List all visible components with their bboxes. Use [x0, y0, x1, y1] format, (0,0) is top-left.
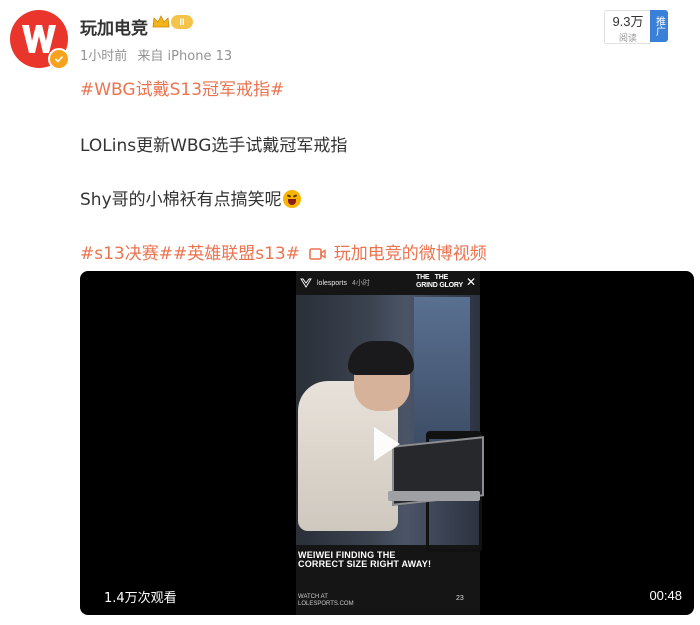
post-meta: 1小时前 来自 iPhone 13	[80, 45, 232, 64]
read-label: 阅读	[618, 32, 637, 43]
read-count: 9.3万	[612, 13, 644, 29]
read-count-box: 9.3万 阅读	[604, 10, 651, 44]
brand-line2: GRIND	[416, 282, 438, 289]
tag-hashtags[interactable]: #s13决赛##英雄联盟s13#	[80, 244, 300, 264]
frame-person-hair	[348, 341, 414, 375]
promote-button[interactable]: 推广	[650, 10, 668, 42]
level-badge: II	[171, 15, 193, 29]
caption-line2: CORRECT SIZE RIGHT AWAY!	[298, 559, 432, 569]
video-source-link[interactable]: 玩加电竞的微博视频	[334, 244, 487, 264]
lol-logo-icon	[300, 278, 312, 288]
brand-line3: THE	[434, 274, 449, 281]
frame-caption: WEIWEI FINDING THE CORRECT SIZE RIGHT AW…	[298, 551, 480, 569]
laughing-emoji-icon	[282, 190, 301, 208]
member-badge[interactable]: II	[152, 15, 193, 29]
verified-badge-icon	[48, 48, 70, 70]
post-source: 来自 iPhone 13	[137, 49, 233, 64]
play-icon[interactable]	[372, 425, 402, 463]
frame-worlds-badge: 23	[456, 595, 464, 602]
frame-close-icon: ✕	[465, 275, 476, 289]
avatar[interactable]	[10, 10, 70, 70]
author-name[interactable]: 玩加电竞	[80, 14, 148, 39]
view-count: 1.4万次观看	[104, 591, 177, 606]
watch-line1: WATCH AT	[298, 594, 328, 600]
post-text-line2-wrap: Shy哥的小棉袄有点搞笑呢	[80, 185, 301, 210]
post-text-line1: LOLins更新WBG选手试戴冠军戒指	[80, 136, 348, 156]
post-time[interactable]: 1小时前	[80, 49, 127, 64]
post-text-line2: Shy哥的小棉袄有点搞笑呢	[80, 190, 282, 210]
video-link-icon	[309, 248, 327, 260]
frame-time: 4小时	[351, 280, 370, 287]
frame-watch-at: WATCH AT LOLESPORTS.COM	[298, 594, 354, 608]
tags-line: #s13决赛##英雄联盟s13# 玩加电竞的微博视频	[80, 239, 487, 264]
topic-hashtag[interactable]: #WBG试戴S13冠军戒指#	[80, 75, 284, 100]
frame-brand: THE THE GRIND GLORY	[416, 274, 463, 290]
watch-line2: LOLESPORTS.COM	[298, 601, 354, 607]
video-player[interactable]: lolesports 4小时 THE THE GRIND GLORY ✕ WEI…	[80, 271, 694, 615]
crown-icon	[152, 15, 170, 28]
video-duration: 00:48	[649, 588, 682, 603]
frame-handle: lolesports	[317, 279, 347, 287]
frame-laptop-base	[388, 491, 480, 501]
brand-line1: THE	[416, 274, 430, 281]
brand-line4: GLORY	[439, 282, 463, 289]
